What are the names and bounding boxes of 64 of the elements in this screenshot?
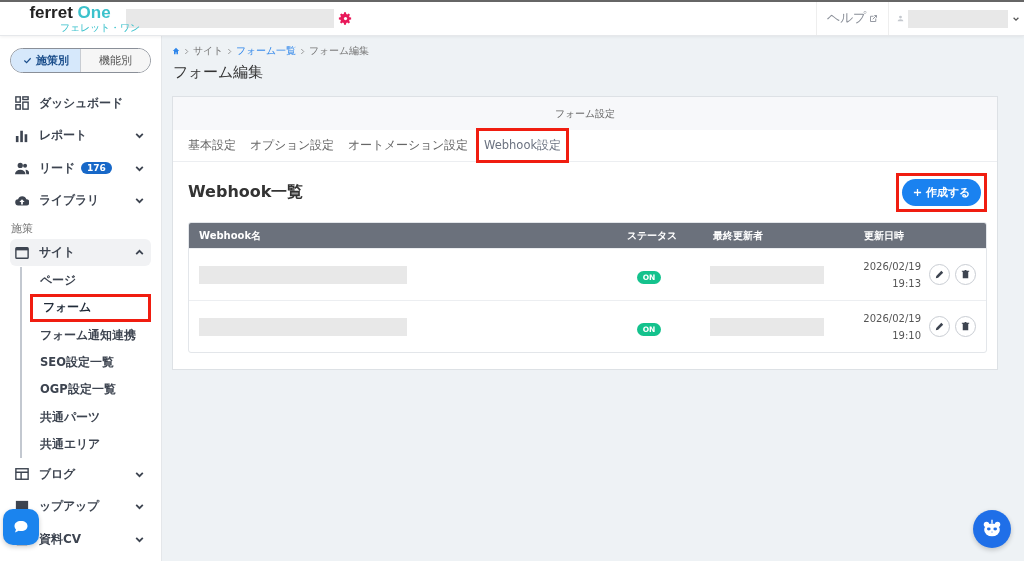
view-toggle-option[interactable]: 機能別 [80, 49, 150, 72]
grid-icon [15, 96, 29, 111]
tab[interactable]: Webhook設定 [476, 128, 570, 163]
column-header: 更新日時 [863, 228, 905, 243]
nav-item[interactable]: ダッシュボード [39, 94, 123, 112]
nav-item[interactable]: リード [39, 159, 75, 177]
card-title: フォーム設定 [555, 106, 615, 121]
user-icon [897, 15, 904, 22]
layout-icon [15, 467, 29, 482]
nav-item[interactable]: レポート [39, 127, 87, 145]
sub-nav-item[interactable]: SEO設定一覧 [30, 348, 151, 377]
sub-nav-item[interactable]: フォーム通知連携 [30, 321, 151, 349]
section-label: 施策 [10, 221, 34, 236]
nav-group-item[interactable]: サイト [10, 239, 151, 266]
page-title: フォーム編集 [173, 63, 264, 82]
tab[interactable]: オプション設定 [244, 131, 340, 160]
chevron-right-icon [184, 47, 189, 55]
logo[interactable]: ferret One [29, 4, 111, 22]
time-text: 19:10 [892, 329, 921, 341]
sub-nav-item[interactable]: 共通パーツ [30, 403, 151, 431]
column-header: 最終更新者 [712, 228, 764, 243]
pencil-icon [934, 269, 945, 280]
bars-icon [15, 128, 29, 143]
settings-icon[interactable] [338, 11, 353, 26]
sub-nav-item[interactable]: OGP設定一覧 [30, 376, 151, 404]
column-header: Webhook名 [198, 228, 263, 243]
breadcrumb-item: サイト [193, 44, 223, 58]
create-button[interactable]: 作成する [902, 178, 981, 206]
breadcrumb-item: フォーム編集 [309, 44, 369, 58]
edit-button[interactable] [929, 316, 950, 337]
external-link-icon [869, 14, 878, 23]
sub-nav-item[interactable]: ページ [30, 267, 151, 295]
date-text: 2026/02/19 [863, 312, 921, 324]
chat-button[interactable] [3, 509, 39, 545]
column-header: ステータス [625, 228, 678, 243]
trash-icon [960, 321, 971, 332]
nav-item[interactable]: ライブラリ [39, 192, 99, 210]
sub-nav-item[interactable]: 共通エリア [30, 430, 151, 459]
sub-nav-item[interactable]: フォーム [30, 294, 151, 322]
home-icon[interactable] [172, 47, 180, 55]
trash-icon [960, 269, 971, 280]
chevron-right-icon [227, 47, 232, 55]
tab[interactable]: 基本設定 [182, 131, 242, 160]
people-icon [15, 161, 29, 176]
view-toggle-option[interactable]: 施策別 [11, 49, 80, 72]
tab[interactable]: オートメーション設定 [342, 131, 474, 160]
chevron-right-icon [300, 47, 305, 55]
count-badge: 176 [81, 162, 112, 175]
checkmark-icon [22, 56, 32, 65]
time-text: 19:13 [892, 277, 921, 289]
plus-icon [913, 187, 922, 197]
cloud-icon [15, 193, 29, 208]
date-text: 2026/02/19 [863, 260, 921, 272]
section-title: Webhook一覧 [188, 181, 304, 203]
edit-button[interactable] [929, 264, 950, 285]
breadcrumb-item[interactable]: フォーム一覧 [236, 44, 296, 58]
browser-window-icon [15, 245, 29, 260]
logo-subtitle: フェレット・ワン [60, 22, 140, 33]
nav-item[interactable]: 資料CV [39, 530, 82, 548]
delete-button[interactable] [955, 264, 976, 285]
delete-button[interactable] [955, 316, 976, 337]
nav-item[interactable]: ップアップ [39, 498, 99, 516]
pencil-icon [934, 321, 945, 332]
nav-item[interactable]: ブログ [39, 465, 75, 483]
